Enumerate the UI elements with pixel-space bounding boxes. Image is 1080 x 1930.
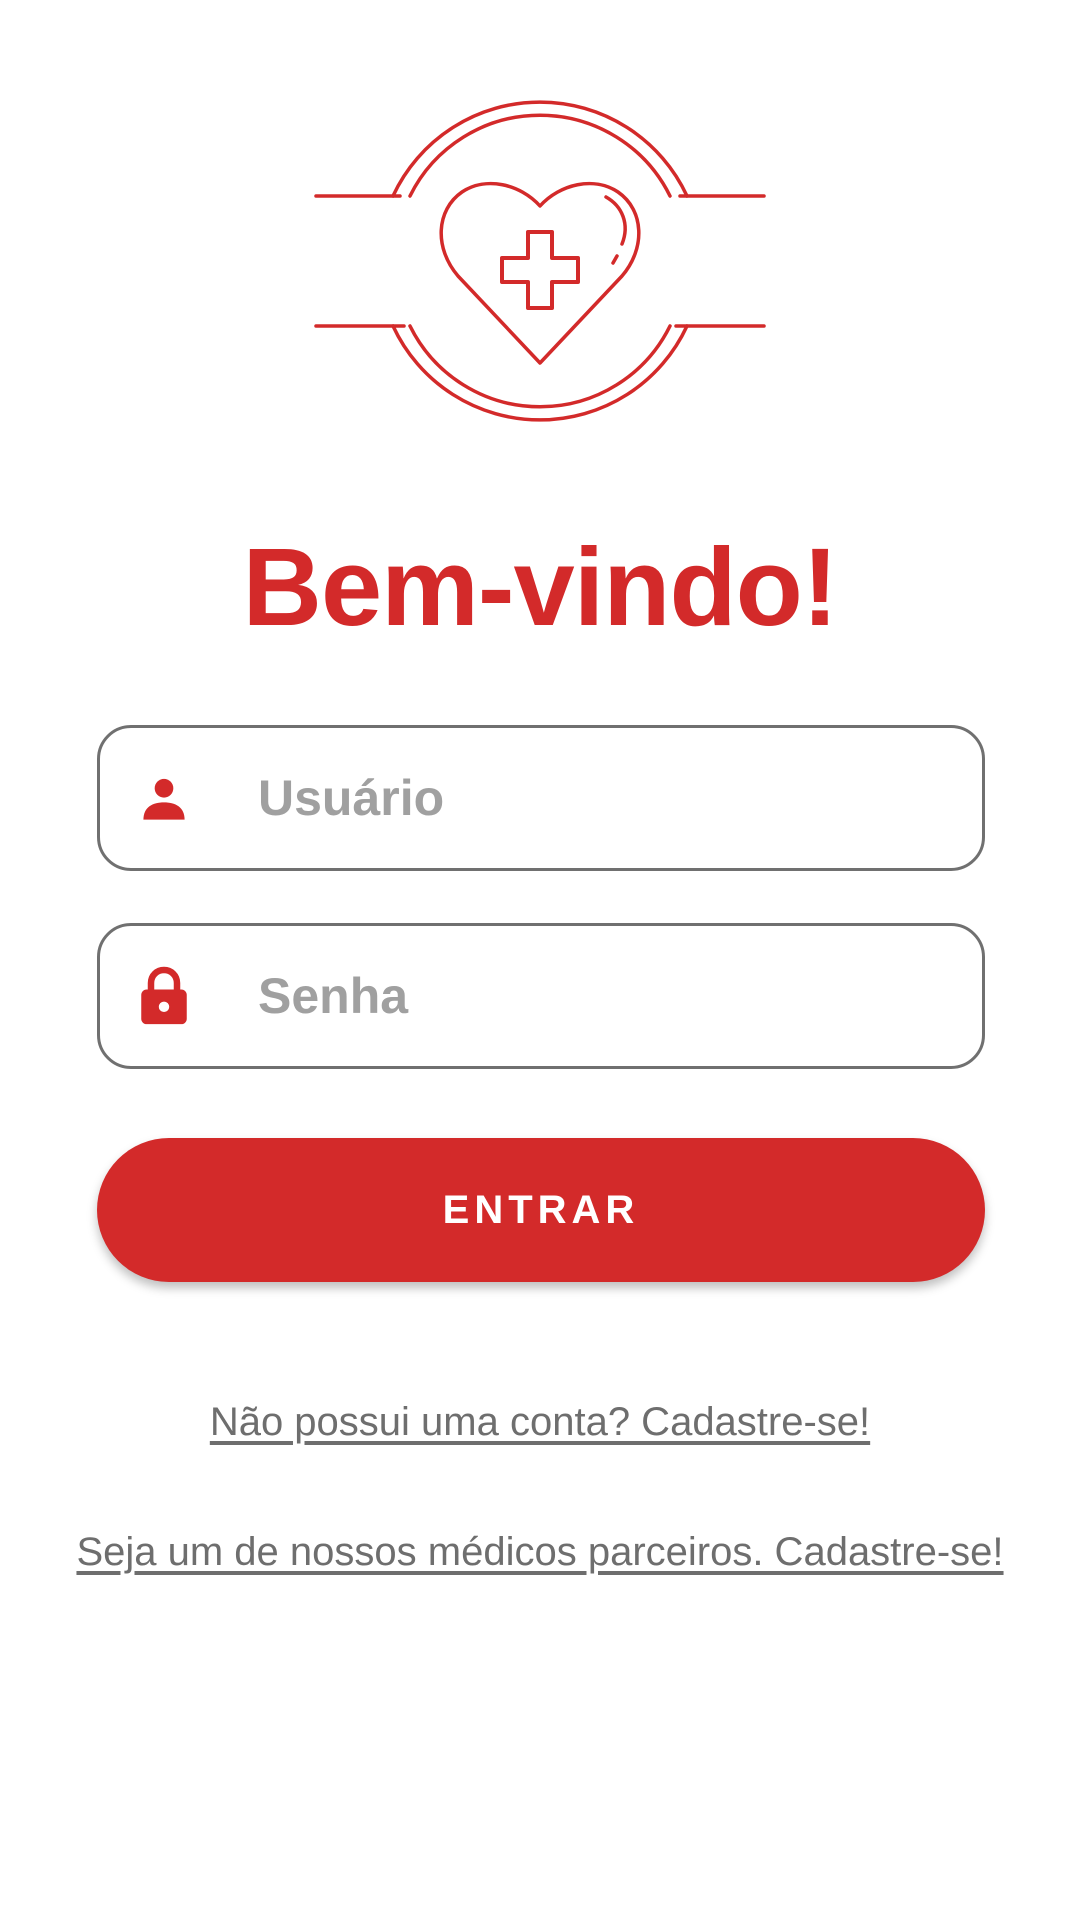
password-field[interactable] [97,923,985,1069]
welcome-title: Bem-vindo! [242,526,839,649]
password-input[interactable] [256,966,920,1026]
username-input[interactable] [256,768,920,828]
heart-cross-logo-icon [310,88,770,428]
signup-link[interactable]: Não possui uma conta? Cadastre-se! [0,1400,1080,1445]
lock-icon [134,964,194,1028]
person-icon [134,766,194,830]
partner-signup-link[interactable]: Seja um de nossos médicos parceiros. Cad… [0,1530,1080,1575]
username-field[interactable] [97,725,985,871]
login-button[interactable]: ENTRAR [97,1138,985,1282]
